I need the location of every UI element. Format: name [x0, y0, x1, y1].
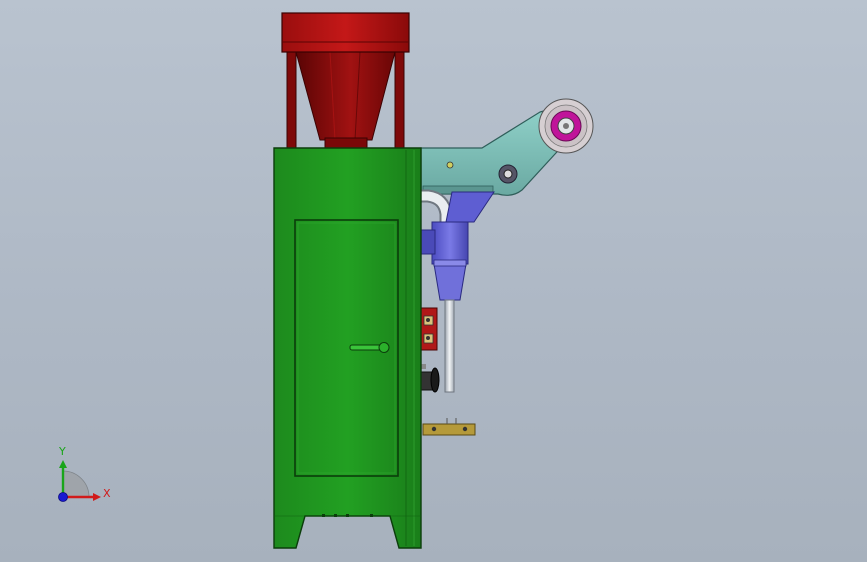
hopper-top: [281, 12, 410, 53]
triad-z-axis: [58, 492, 68, 502]
model-drawing: X Y: [58, 12, 594, 549]
adjust-knob[interactable]: [420, 364, 440, 393]
triad-arc: [62, 470, 90, 498]
arm-bolt: [446, 161, 454, 169]
film-roll[interactable]: [538, 98, 594, 154]
collar-top: [445, 191, 495, 223]
forming-collar[interactable]: [420, 191, 495, 301]
hopper-leg-right: [394, 51, 405, 149]
machine-cabinet: [273, 147, 422, 549]
vertical-sealer[interactable]: [420, 307, 438, 351]
view-triad[interactable]: X Y: [58, 445, 111, 502]
hopper-cone: [295, 51, 396, 141]
hopper[interactable]: [281, 12, 410, 150]
collar-funnel: [433, 263, 467, 301]
triad-x-label: X: [103, 487, 111, 500]
cabinet-body: [273, 147, 422, 549]
horizontal-sealer[interactable]: [422, 418, 476, 436]
hopper-leg-left: [286, 51, 297, 149]
cad-viewport[interactable]: X Y: [0, 0, 867, 562]
forming-tube: [444, 299, 455, 393]
collar-body: [431, 221, 469, 265]
triad-y-label: Y: [58, 445, 66, 458]
